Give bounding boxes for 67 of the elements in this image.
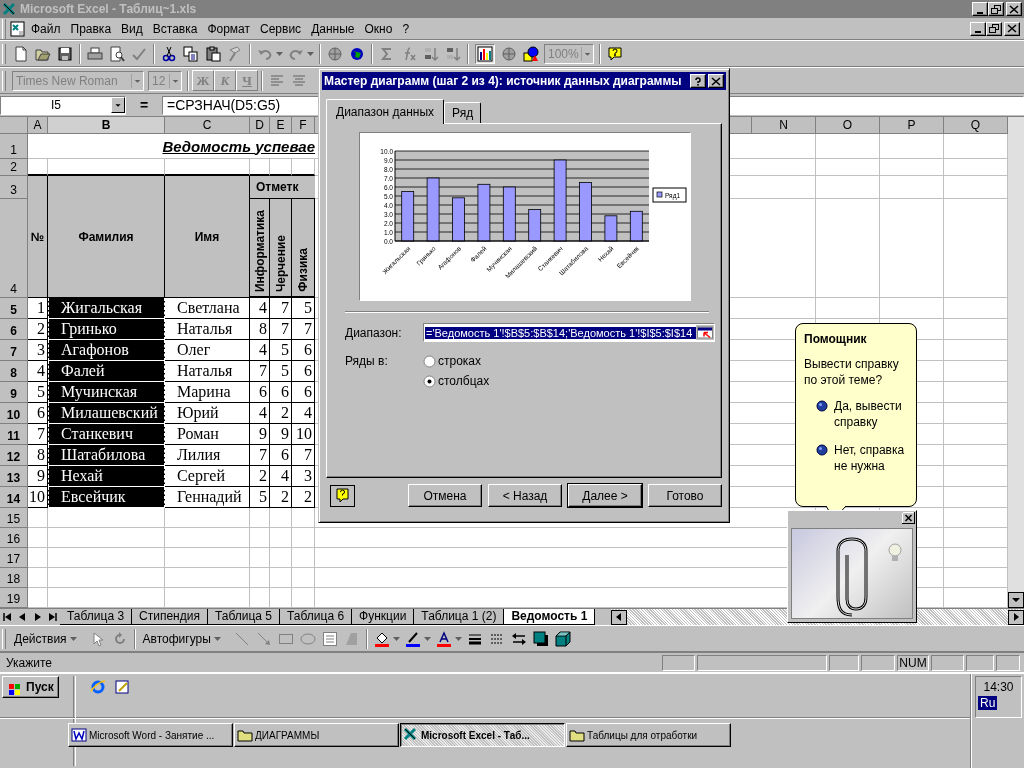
table-cell: 4 — [250, 403, 270, 424]
table-cell: 7 — [292, 445, 315, 466]
table-cell: Мучинская — [48, 382, 165, 403]
table-cell: Милашевский — [48, 403, 165, 424]
table-header: Черчение — [273, 234, 288, 292]
table-cell: 6 — [292, 361, 315, 382]
table-cell: 4 — [250, 298, 270, 319]
table-cell: Марина — [165, 382, 250, 403]
table-cell: 6 — [270, 445, 292, 466]
table-cell: Наталья — [165, 319, 250, 340]
table-cell: 4 — [292, 403, 315, 424]
table-cell: Нехай — [48, 466, 165, 487]
table-header: Фамилия — [48, 176, 165, 298]
table-cell: 7 — [292, 319, 315, 340]
sheet-title: Ведомость успевае — [162, 137, 315, 155]
table-cell: Роман — [165, 424, 250, 445]
table-cell: 6 — [250, 382, 270, 403]
table-cell: 2 — [270, 487, 292, 508]
table-cell: 7 — [270, 319, 292, 340]
table-cell: 5 — [270, 340, 292, 361]
table-header: Физика — [296, 248, 310, 292]
field-label: Диапазон: — [345, 325, 403, 340]
table-cell: 3 — [292, 466, 315, 487]
table-cell: 6 — [270, 382, 292, 403]
table-cell: 2 — [250, 466, 270, 487]
status-text: Укажите — [6, 655, 54, 670]
table-cell: 4 — [270, 466, 292, 487]
dialog-title: Мастер диаграмм (шаг 2 из 4): источник данных диаграммы — [324, 74, 683, 88]
table-cell: 4 — [250, 340, 270, 361]
table-cell: Станкевич — [48, 424, 165, 445]
table-cell: 2 — [292, 487, 315, 508]
table-cell: Геннадий — [165, 487, 250, 508]
table-cell: Сергей — [165, 466, 250, 487]
table-cell: 6 — [292, 340, 315, 361]
table-cell: Олег — [165, 340, 250, 361]
balloon-title: Помощник — [804, 332, 868, 346]
status-indicator: NUM — [897, 654, 929, 671]
window-title: Microsoft Excel - Таблиц~1.xls — [20, 2, 198, 16]
table-cell: Лилия — [165, 445, 250, 466]
table-cell: Светлана — [165, 298, 250, 319]
table-cell: 7 — [250, 361, 270, 382]
clock: 14:30 — [983, 680, 1014, 694]
table-cell: Наталья — [165, 361, 250, 382]
table-header: Имя — [165, 176, 250, 298]
table-cell: Юрий — [165, 403, 250, 424]
table-cell: Фалей — [48, 361, 165, 382]
table-cell: 9 — [250, 424, 270, 445]
table-cell: Евсейчик — [48, 487, 165, 508]
table-cell: 5 — [292, 298, 315, 319]
table-cell: 7 — [250, 445, 270, 466]
table-cell: 2 — [270, 403, 292, 424]
field-label: Ряды в: — [345, 354, 389, 368]
table-cell: 7 — [270, 298, 292, 319]
table-cell: 8 — [250, 319, 270, 340]
table-cell: Шатабилова — [48, 445, 165, 466]
table-header: Отметк — [256, 180, 299, 194]
table-cell: 10 — [292, 424, 315, 445]
table-cell: 9 — [270, 424, 292, 445]
table-cell: Гринько — [48, 319, 165, 340]
table-cell: 5 — [250, 487, 270, 508]
balloon-text: Вывести справку по этой теме? — [804, 356, 900, 388]
table-cell: 6 — [292, 382, 315, 403]
table-cell: Агафонов — [48, 340, 165, 361]
table-header: № — [28, 176, 48, 298]
table-cell: 5 — [270, 361, 292, 382]
table-cell: Жигальская — [48, 298, 165, 319]
table-header: Информатика — [252, 209, 267, 292]
